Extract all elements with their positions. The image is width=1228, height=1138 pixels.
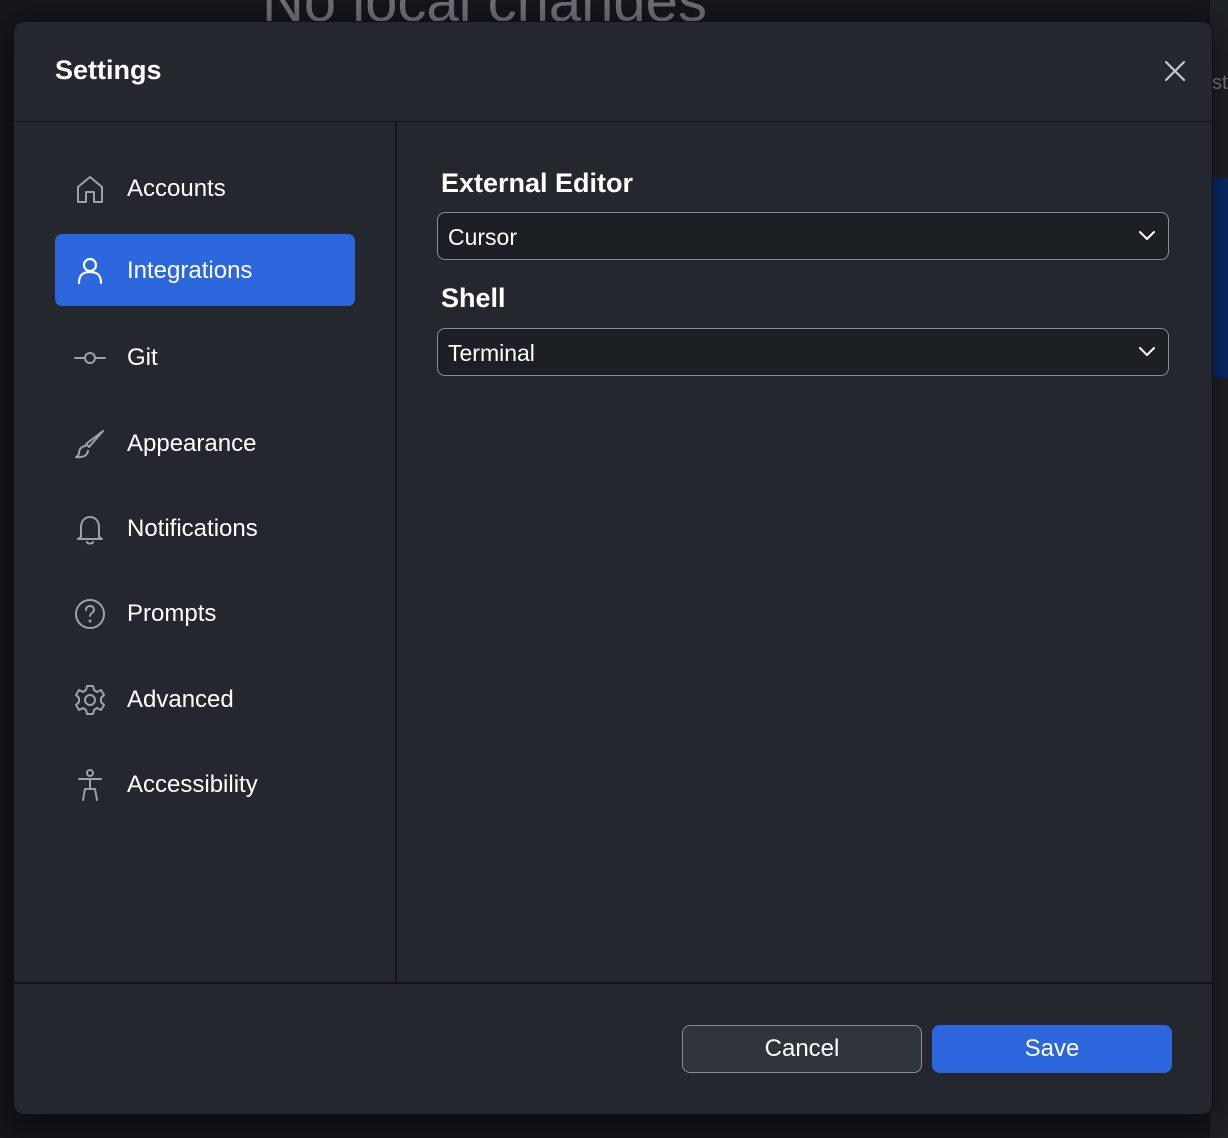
cancel-button[interactable]: Cancel: [682, 1025, 922, 1073]
sidebar-item-appearance[interactable]: Appearance: [55, 407, 355, 479]
sidebar-item-accounts[interactable]: Accounts: [55, 152, 355, 224]
person-icon: [73, 254, 107, 288]
sidebar-item-label: Prompts: [127, 600, 217, 627]
save-button[interactable]: Save: [932, 1025, 1172, 1073]
sidebar-item-advanced[interactable]: Advanced: [55, 663, 355, 735]
sidebar-item-label: Appearance: [127, 430, 257, 457]
sidebar-item-integrations[interactable]: Integrations: [55, 234, 355, 306]
settings-dialog: Settings Accounts Integrations Git Appea…: [14, 22, 1212, 1114]
accessibility-icon: [73, 768, 107, 802]
sidebar-item-accessibility[interactable]: Accessibility: [55, 748, 355, 820]
close-icon: [1164, 60, 1186, 82]
sidebar-item-git[interactable]: Git: [55, 321, 355, 393]
integrations-panel: External Editor Cursor Shell Terminal: [397, 122, 1212, 982]
sidebar-item-label: Accounts: [127, 175, 226, 202]
settings-sidebar: Accounts Integrations Git Appearance Not…: [14, 122, 397, 982]
paintbrush-icon: [73, 427, 107, 461]
close-button[interactable]: [1160, 56, 1190, 86]
external-editor-select[interactable]: Cursor: [437, 212, 1169, 260]
shell-select[interactable]: Terminal: [437, 328, 1169, 376]
background-panel-edge: [1210, 0, 1228, 1138]
shell-label: Shell: [441, 283, 506, 313]
question-circle-icon: [73, 597, 107, 631]
dialog-header: Settings: [14, 22, 1212, 122]
dialog-footer: Cancel Save: [14, 982, 1212, 1114]
chevron-down-icon: [1138, 227, 1156, 245]
chevron-down-icon: [1138, 343, 1156, 361]
sidebar-item-label: Advanced: [127, 686, 234, 713]
shell-value: Terminal: [448, 340, 535, 366]
background-edge-highlight: [1212, 178, 1228, 378]
sidebar-item-label: Integrations: [127, 257, 253, 284]
external-editor-label: External Editor: [441, 168, 634, 198]
sidebar-item-label: Notifications: [127, 515, 258, 542]
gear-icon: [73, 683, 107, 717]
external-editor-value: Cursor: [448, 224, 518, 250]
sidebar-item-label: Git: [127, 344, 158, 371]
home-icon: [73, 172, 107, 206]
background-edge-text: st: [1212, 72, 1228, 94]
sidebar-item-label: Accessibility: [127, 771, 258, 798]
sidebar-item-notifications[interactable]: Notifications: [55, 492, 355, 564]
dialog-title: Settings: [55, 55, 162, 85]
git-commit-icon: [73, 341, 107, 375]
sidebar-item-prompts[interactable]: Prompts: [55, 577, 355, 649]
bell-icon: [73, 512, 107, 546]
